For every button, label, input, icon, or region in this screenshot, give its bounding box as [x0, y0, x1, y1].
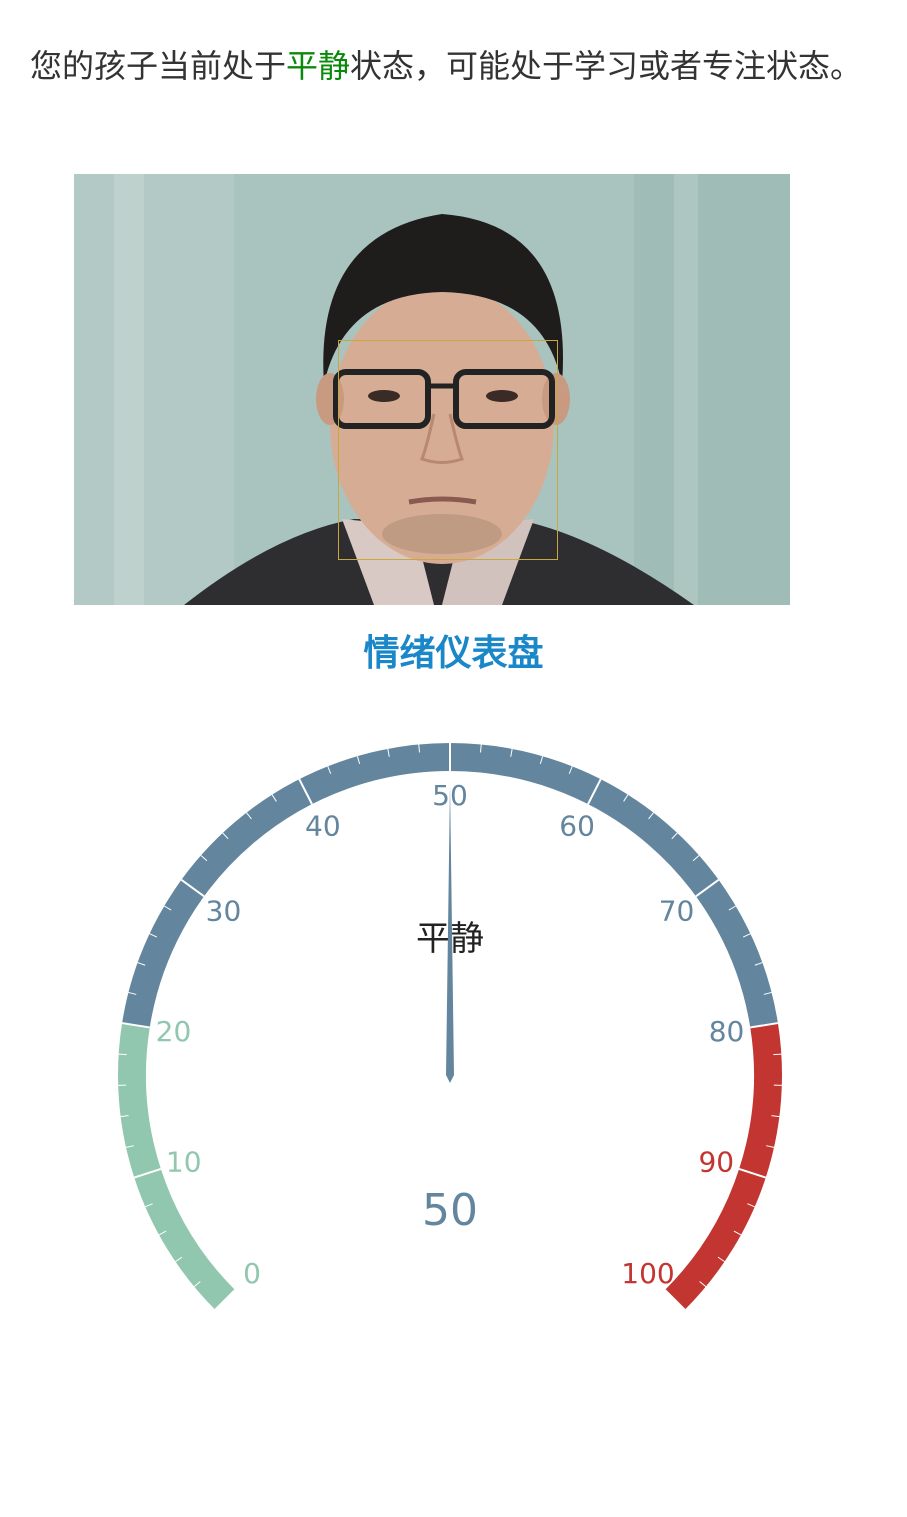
status-suffix: 状态，可能处于学习或者专注状态。: [350, 47, 863, 85]
gauge-tick-label: 40: [305, 810, 341, 843]
face-detection-box: [338, 340, 558, 560]
gauge-tick-label: 0: [243, 1257, 261, 1290]
gauge-minor-tick: [773, 1053, 782, 1056]
status-message: 您的孩子当前处于平静状态，可能处于学习或者专注状态。: [30, 44, 862, 88]
gauge-tick-label: 100: [621, 1257, 674, 1290]
gauge-tick-label: 10: [166, 1146, 202, 1179]
gauge-title: 情绪仪表盘: [363, 633, 544, 674]
gauge-tick-label: 80: [709, 1015, 745, 1048]
gauge-tick-label: 30: [206, 894, 242, 927]
gauge-tick-label: 60: [559, 810, 595, 843]
emotion-gauge: 0102030405060708090100 平静 50: [0, 700, 907, 1340]
camera-photo: [74, 174, 790, 605]
gauge-minor-tick: [118, 1053, 127, 1056]
gauge-value-label: 50: [422, 1185, 478, 1236]
gauge-tick-label: 90: [698, 1146, 734, 1179]
status-state-word: 平静: [286, 47, 351, 85]
gauge-svg: 0102030405060708090100 平静 50: [118, 743, 782, 1311]
status-prefix: 您的孩子当前处于: [30, 47, 287, 85]
gauge-tick-label: 70: [659, 894, 695, 927]
gauge-tick-label: 20: [156, 1015, 192, 1048]
